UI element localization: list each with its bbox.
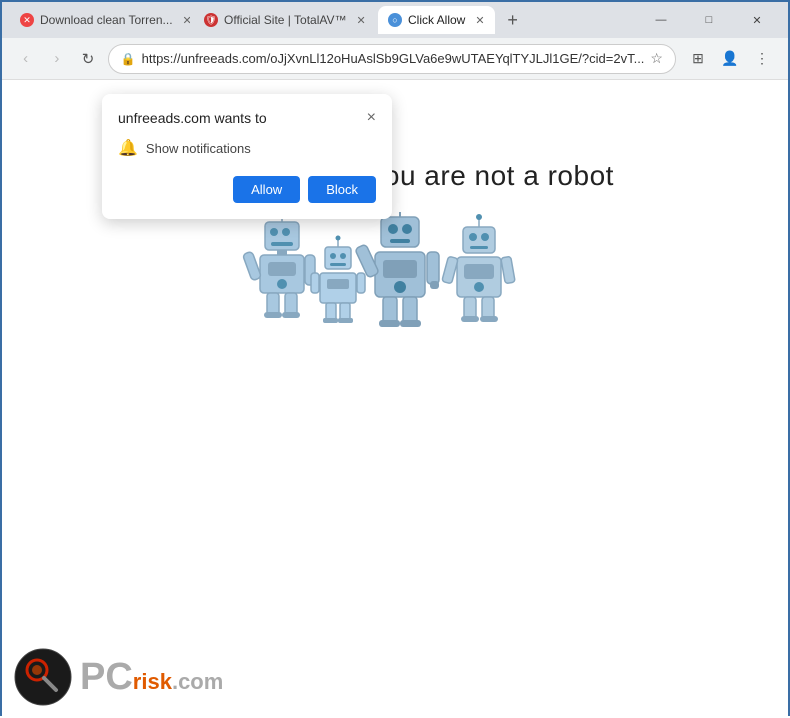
toolbar-icons: ⊞ 👤 ⋮: [684, 45, 776, 73]
addressbar: ‹ › ↻ 🔒 https://unfreeads.com/oJjXvnLl12…: [2, 38, 788, 80]
notif-header: unfreeads.com wants to ×: [118, 110, 376, 126]
url-bar[interactable]: 🔒 https://unfreeads.com/oJjXvnLl12oHuAsl…: [108, 44, 676, 74]
new-tab-button[interactable]: +: [499, 6, 527, 34]
url-text: https://unfreeads.com/oJjXvnLl12oHuAslSb…: [142, 51, 645, 66]
bell-icon: 🔔: [118, 138, 138, 158]
block-button[interactable]: Block: [308, 176, 376, 203]
bookmark-icon[interactable]: ☆: [650, 50, 663, 67]
tab3-close[interactable]: ✕: [475, 14, 484, 27]
pc-text: PC: [80, 658, 133, 696]
tab1-label: Download clean Torren...: [40, 13, 173, 27]
notif-row-label: Show notifications: [146, 141, 251, 156]
robots-illustration: [235, 222, 555, 342]
browser-content: unfreeads.com wants to × 🔔 Show notifica…: [2, 80, 788, 718]
tab1-icon: ✕: [20, 13, 34, 27]
notif-close-button[interactable]: ×: [367, 110, 376, 126]
profile-button[interactable]: 👤: [716, 45, 744, 73]
notif-row: 🔔 Show notifications: [118, 138, 376, 158]
notif-buttons: Allow Block: [118, 176, 376, 203]
extensions-button[interactable]: ⊞: [684, 45, 712, 73]
tab3-icon: ○: [388, 13, 402, 27]
pcrisk-text: PCrisk.com: [80, 658, 223, 696]
tab1-close[interactable]: ✕: [183, 14, 190, 27]
menu-button[interactable]: ⋮: [748, 45, 776, 73]
tab2-icon: 🛡: [204, 13, 218, 27]
robots-svg: [235, 212, 555, 342]
tab2-label: Official Site | TotalAV™: [224, 13, 347, 27]
tab2-close[interactable]: ✕: [357, 14, 366, 27]
tab-1[interactable]: ✕ Download clean Torren... ✕: [10, 6, 190, 34]
titlebar: ✕ Download clean Torren... ✕ 🛡 Official …: [2, 2, 788, 38]
dotcom-text: .com: [172, 671, 223, 693]
tab-3[interactable]: ○ Click Allow ✕: [378, 6, 495, 34]
window-controls: — □ ✕: [638, 4, 780, 36]
pcrisk-logo: PCrisk.com: [14, 648, 223, 706]
maximize-button[interactable]: □: [686, 4, 732, 36]
minimize-button[interactable]: —: [638, 4, 684, 36]
notif-title: unfreeads.com wants to: [118, 110, 267, 126]
risk-text: risk: [133, 671, 172, 693]
pcrisk-icon-svg: [14, 648, 72, 706]
back-button[interactable]: ‹: [14, 45, 37, 73]
allow-button[interactable]: Allow: [233, 176, 300, 203]
forward-button[interactable]: ›: [45, 45, 68, 73]
lock-icon: 🔒: [121, 52, 136, 66]
notification-popup: unfreeads.com wants to × 🔔 Show notifica…: [102, 94, 392, 219]
tab-2[interactable]: 🛡 Official Site | TotalAV™ ✕: [194, 6, 374, 34]
tab3-label: Click Allow: [408, 13, 465, 27]
close-button[interactable]: ✕: [734, 4, 780, 36]
refresh-button[interactable]: ↻: [76, 45, 99, 73]
